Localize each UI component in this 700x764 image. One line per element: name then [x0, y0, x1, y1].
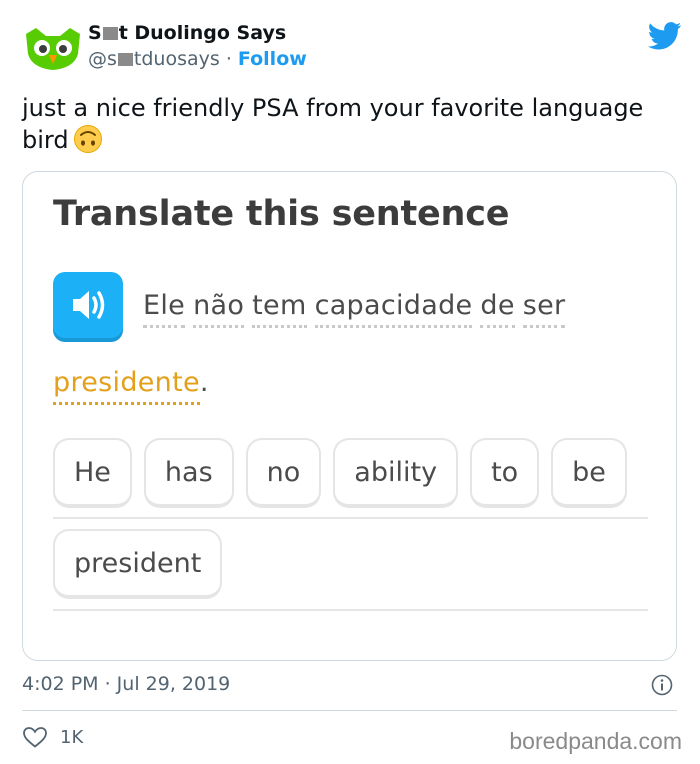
handle[interactable]: @s tduosays — [88, 48, 220, 70]
separator: · — [219, 48, 238, 70]
prompt-sentence-line2: presidente. — [53, 367, 209, 405]
info-icon[interactable] — [651, 674, 673, 696]
follow-link[interactable]: Follow — [238, 48, 307, 70]
display-name[interactable]: St Duolingo Says — [88, 22, 307, 44]
duolingo-owl-avatar[interactable] — [22, 24, 84, 72]
censor-bar — [117, 53, 133, 66]
author-block: St Duolingo Says @s tduosays · Follow — [88, 22, 307, 70]
prompt-word[interactable]: de — [480, 290, 515, 328]
twitter-bird-icon[interactable] — [648, 22, 682, 50]
heart-icon — [23, 727, 47, 748]
answer-line — [53, 517, 648, 519]
audio-button[interactable] — [53, 272, 123, 338]
prompt-word[interactable]: Ele — [143, 290, 186, 328]
word-chip[interactable]: president — [53, 529, 223, 599]
censor-bar — [102, 27, 118, 40]
upside-down-face-icon — [73, 125, 102, 153]
display-name-start: S — [88, 22, 102, 44]
divider — [22, 710, 677, 711]
prompt-word[interactable]: tem — [252, 290, 307, 328]
word-chip[interactable]: be — [551, 438, 627, 508]
handle-end: tduosays — [133, 48, 220, 70]
handle-line: @s tduosays · Follow — [88, 48, 307, 70]
word-chip[interactable]: has — [143, 438, 234, 508]
like-count: 1K — [60, 726, 84, 748]
speaker-icon — [73, 291, 105, 319]
word-chip[interactable]: ability — [333, 438, 459, 508]
tweet-text: just a nice friendly PSA from your favor… — [22, 92, 662, 156]
like-button[interactable]: 1K — [22, 725, 83, 749]
exercise-title: Translate this sentence — [53, 194, 510, 234]
tweet-body: just a nice friendly PSA from your favor… — [22, 94, 644, 154]
prompt-word[interactable]: ser — [522, 290, 566, 328]
prompt-word-new[interactable]: presidente — [53, 367, 200, 405]
word-chip[interactable]: no — [245, 438, 322, 508]
prompt-period: . — [199, 367, 209, 398]
handle-start: @s — [88, 48, 117, 70]
word-chip[interactable]: He — [53, 438, 132, 508]
display-name-end: t Duolingo Says — [118, 22, 287, 44]
word-bank-row: He has no ability to be — [53, 438, 627, 508]
timestamp[interactable]: 4:02 PM · Jul 29, 2019 — [22, 673, 230, 695]
prompt-word[interactable]: não — [193, 290, 245, 328]
tweet-header: St Duolingo Says @s tduosays · Follow — [22, 20, 682, 80]
word-bank-row: president — [53, 529, 223, 599]
tweet-image[interactable]: Translate this sentence Ele não tem capacid… — [22, 171, 677, 661]
prompt-word[interactable]: capacidade — [314, 290, 473, 328]
word-chip[interactable]: to — [470, 438, 540, 508]
answer-line — [53, 609, 648, 611]
prompt-sentence-line1: Ele não tem capacidade de ser — [143, 290, 573, 328]
watermark: boredpanda.com — [509, 728, 682, 754]
